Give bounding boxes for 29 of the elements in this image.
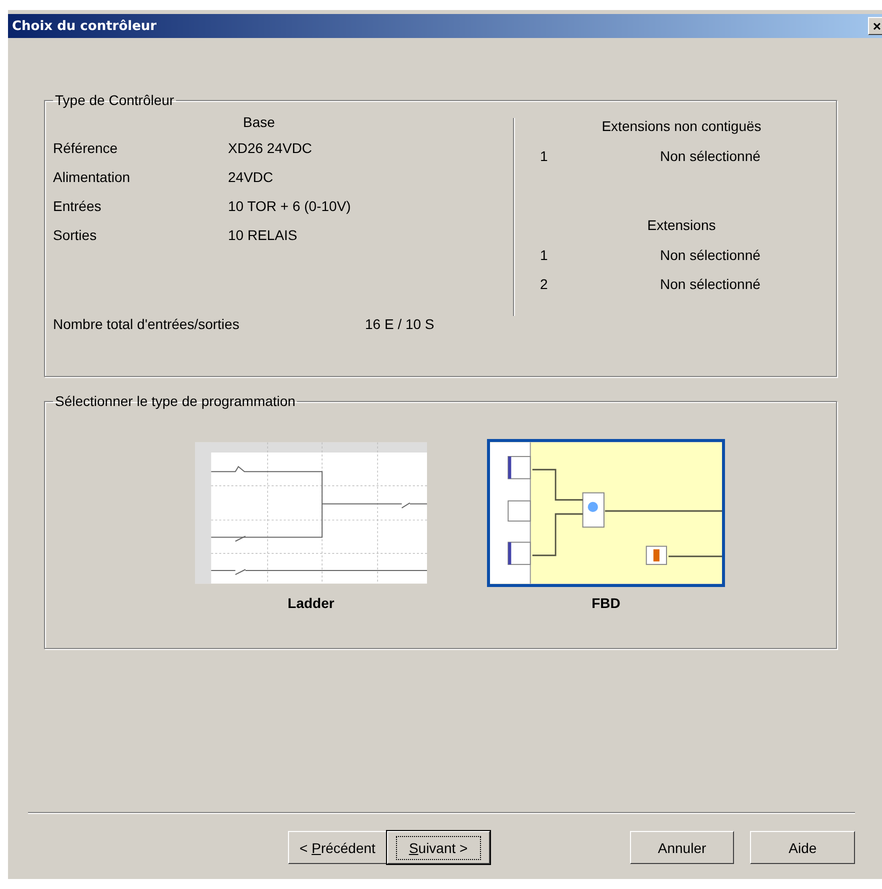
extension-value: Non sélectionné — [660, 148, 760, 166]
extension-index: 1 — [540, 148, 549, 166]
property-value: 10 RELAIS — [228, 227, 298, 245]
extension-index: 2 — [540, 276, 549, 294]
group-title: Sélectionner le type de programmation — [54, 393, 296, 409]
dialog-button[interactable]: Suivant > — [386, 831, 490, 864]
total-label: Nombre total d'entrées/sorties — [53, 316, 240, 332]
property-label: Référence — [53, 140, 119, 158]
column-heading: Base — [242, 114, 276, 130]
extension-index: 1 — [540, 247, 549, 265]
property-label: Alimentation — [53, 169, 132, 187]
total-value: 16 E / 10 S — [365, 316, 434, 332]
option-label: FBD — [592, 595, 620, 611]
property-value: XD26 24VDC — [228, 140, 312, 158]
property-value: 24VDC — [228, 169, 274, 187]
dialog-button[interactable]: < Précédent — [288, 831, 387, 864]
window-title: Choix du contrôleur — [12, 18, 158, 34]
dialog-button[interactable]: Annuler — [630, 831, 734, 864]
property-label: Entrées — [53, 198, 102, 216]
close-button[interactable]: × — [868, 17, 882, 35]
option-label: Ladder — [288, 595, 334, 611]
column-heading: Extensions non contiguës — [600, 118, 762, 134]
dialog-button[interactable]: Aide — [750, 831, 856, 864]
extension-value: Non sélectionné — [660, 276, 760, 294]
property-value: 10 TOR + 6 (0-10V) — [228, 198, 351, 216]
column-heading: Extensions — [646, 217, 717, 233]
property-label: Sorties — [53, 227, 98, 245]
group-title: Type de Contrôleur — [54, 92, 176, 108]
extension-value: Non sélectionné — [660, 247, 760, 265]
